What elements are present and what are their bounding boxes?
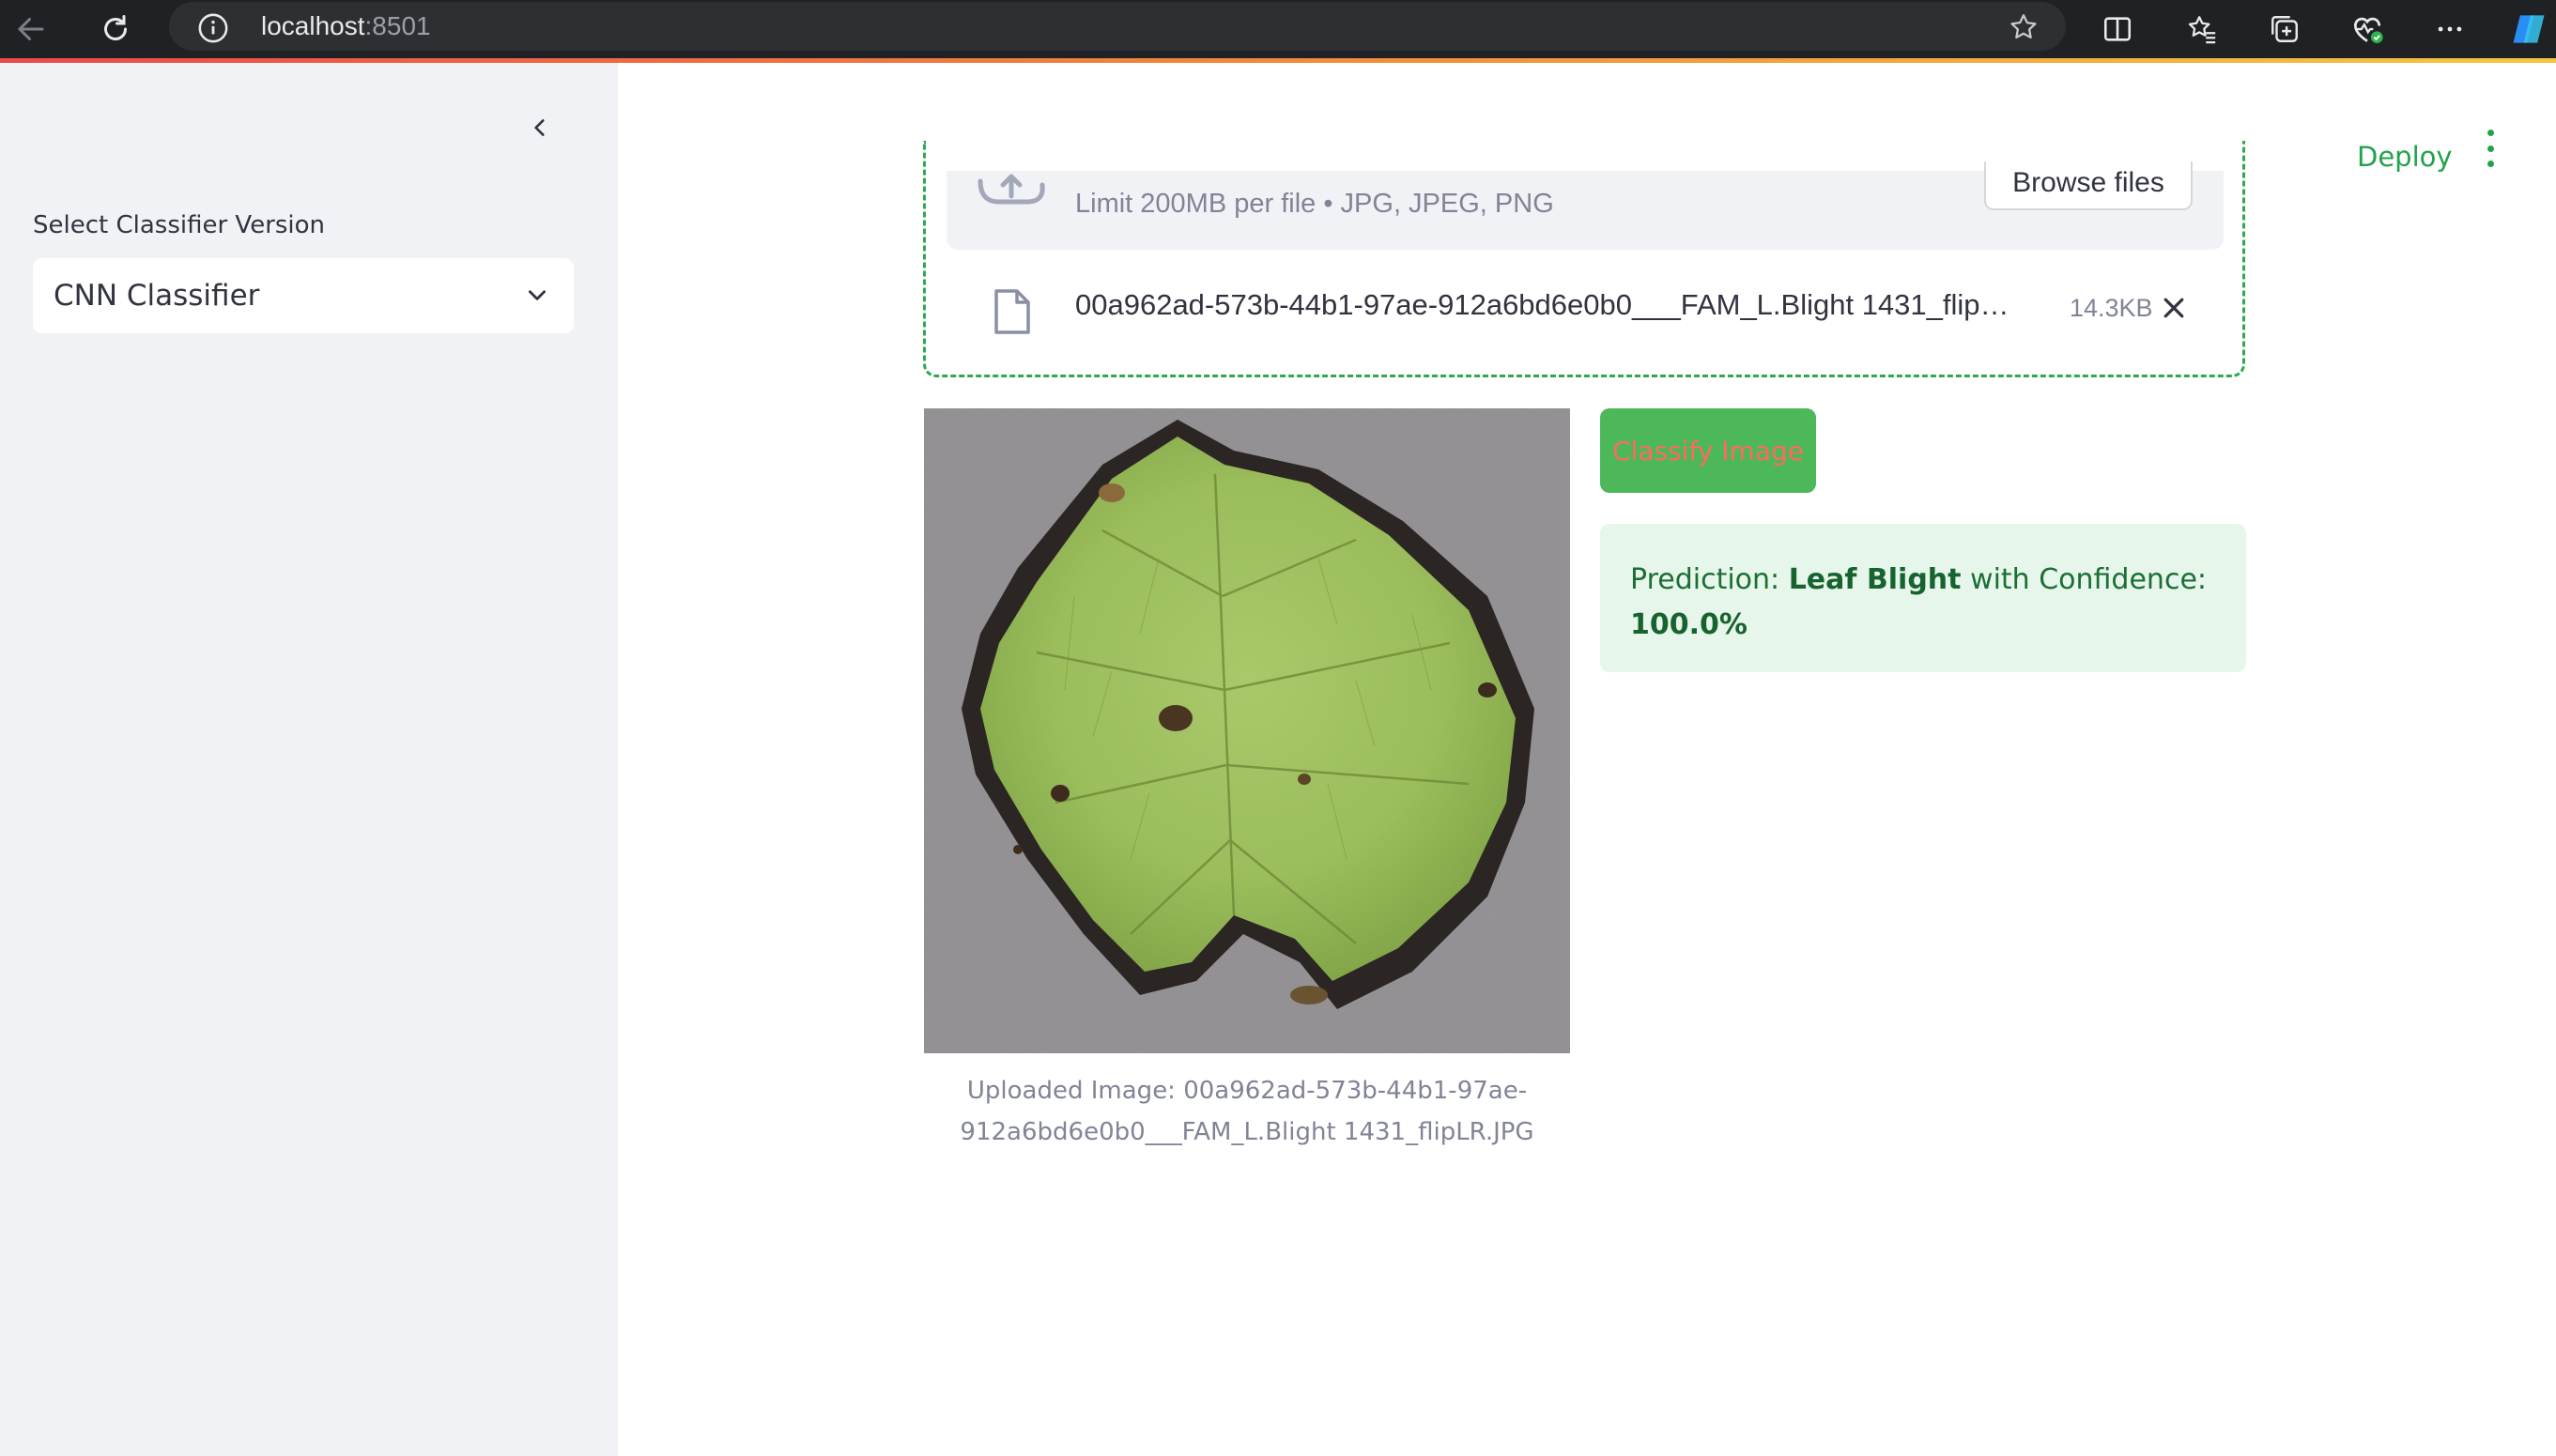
favorites-icon[interactable] bbox=[2179, 6, 2225, 53]
url-text: localhost:8501 bbox=[261, 11, 431, 40]
back-button[interactable] bbox=[8, 6, 54, 53]
browser-essentials-icon[interactable] bbox=[2344, 6, 2391, 53]
close-icon bbox=[2163, 298, 2184, 318]
uploaded-leaf-image bbox=[924, 408, 1570, 1053]
reload-icon bbox=[104, 15, 127, 40]
cloud-upload-icon bbox=[977, 164, 1046, 214]
collapse-sidebar-button[interactable] bbox=[521, 109, 559, 146]
prediction-result: Prediction: Leaf Blight with Confidence:… bbox=[1600, 524, 2246, 672]
collections-icon[interactable] bbox=[2261, 6, 2308, 53]
uploaded-file-name: 00a962ad-573b-44b1-97ae-912a6bd6e0b0___F… bbox=[1075, 288, 2009, 321]
copilot-icon[interactable] bbox=[2505, 6, 2552, 53]
predicted-label: Leaf Blight bbox=[1788, 563, 1962, 596]
classifier-select[interactable]: CNN Classifier bbox=[33, 258, 574, 333]
split-screen-icon[interactable] bbox=[2094, 6, 2141, 53]
favorite-star-icon[interactable] bbox=[2008, 11, 2040, 48]
main-menu-button[interactable] bbox=[2479, 130, 2502, 167]
sidebar: Select Classifier Version CNN Classifier bbox=[0, 63, 618, 1456]
reload-button[interactable] bbox=[92, 6, 139, 53]
browse-files-button[interactable]: Browse files bbox=[1984, 161, 2193, 210]
address-bar[interactable]: localhost:8501 bbox=[169, 2, 2066, 51]
more-menu-icon[interactable] bbox=[2426, 6, 2473, 53]
image-caption: Uploaded Image: 00a962ad-573b-44b1-97ae-… bbox=[960, 1077, 1534, 1146]
upload-limit-text: Limit 200MB per file • JPG, JPEG, PNG bbox=[1075, 189, 1554, 219]
classifier-select-label: Select Classifier Version bbox=[33, 211, 326, 239]
classify-image-button[interactable]: Classify Image bbox=[1600, 408, 1816, 493]
confidence-value: 100.0% bbox=[1630, 608, 1748, 641]
chevron-left-icon bbox=[534, 119, 545, 136]
classifier-select-value: CNN Classifier bbox=[54, 279, 260, 313]
deploy-button[interactable]: Deploy bbox=[2357, 141, 2453, 173]
uploaded-file-size: 14.3KB bbox=[2070, 294, 2153, 322]
remove-file-button[interactable] bbox=[2160, 294, 2188, 327]
browser-toolbar: localhost:8501 bbox=[0, 0, 2556, 58]
site-info-icon[interactable] bbox=[197, 12, 229, 49]
back-arrow-icon bbox=[17, 18, 44, 40]
chevron-down-icon bbox=[525, 283, 549, 312]
file-icon bbox=[993, 287, 1032, 341]
